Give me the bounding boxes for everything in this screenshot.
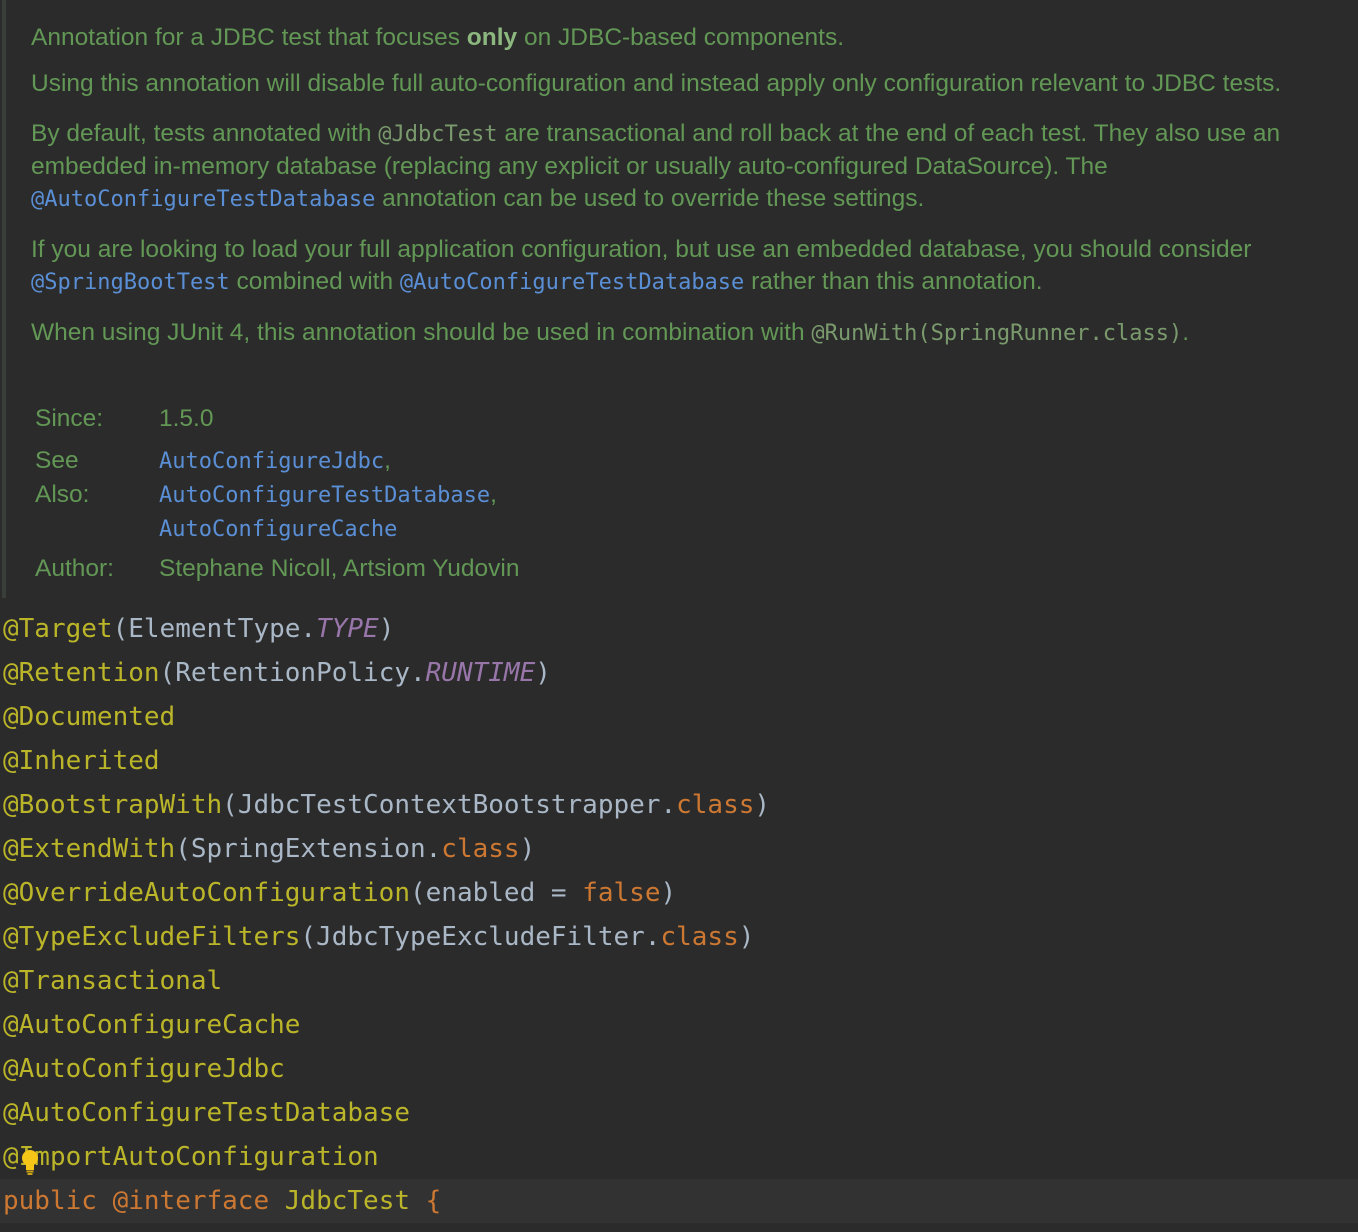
javadoc-body: Annotation for a JDBC test that focuses … [31,22,1341,368]
code-line[interactable]: @OverrideAutoConfiguration(enabled = fal… [0,871,1358,915]
javadoc-paragraph: Using this annotation will disable full … [31,70,1282,97]
code-line[interactable]: @AutoConfigureCache [0,1003,1358,1047]
since-label: Since: [35,405,104,432]
see-also-list: AutoConfigureJdbc, AutoConfigureTestData… [159,447,497,542]
interface-name: JdbcTest [284,1186,411,1216]
inline-code: @RunWith(SpringRunner.class) [811,321,1183,346]
since-value: 1.5.0 [159,405,214,432]
code-line[interactable]: @Target(ElementType.TYPE) [0,607,1358,651]
lightbulb-icon[interactable] [20,1148,40,1176]
code-line[interactable]: @Transactional [0,959,1358,1003]
see-also-link[interactable]: AutoConfigureJdbc [159,449,384,474]
see-also-link[interactable]: AutoConfigureTestDatabase [159,483,490,508]
inline-code: @JdbcTest [378,122,498,147]
code-line[interactable]: @ExtendWith(SpringExtension.class) [0,827,1358,871]
javadoc-paragraph: If you are looking to load your full app… [31,236,1252,295]
code-line[interactable]: @Inherited [0,739,1358,783]
javadoc-link-springboottest[interactable]: @SpringBootTest [31,270,230,295]
code-line[interactable]: @TypeExcludeFilters(JdbcTypeExcludeFilte… [0,915,1358,959]
bold-text: only [466,24,518,51]
author-value: Stephane Nicoll, Artsiom Yudovin [159,555,520,582]
code-line[interactable]: @Retention(RetentionPolicy.RUNTIME) [0,651,1358,695]
see-also-link[interactable]: AutoConfigureCache [159,517,397,542]
javadoc-gutter-bar [2,0,6,598]
javadoc-paragraph: Annotation for a JDBC test that focuses … [31,24,845,51]
javadoc-paragraph: By default, tests annotated with @JdbcTe… [31,120,1281,212]
code-line[interactable]: @AutoConfigureTestDatabase [0,1091,1358,1135]
code-line[interactable]: @AutoConfigureJdbc [0,1047,1358,1091]
code-editor[interactable]: Annotation for a JDBC test that focuses … [0,0,1358,1232]
source-code[interactable]: @Target(ElementType.TYPE) @Retention(Ret… [0,607,1358,1223]
author-label: Author: [35,555,114,582]
code-line[interactable]: @ImportAutoConfiguration [0,1135,1358,1179]
javadoc-link-autoconfiguretestdatabase[interactable]: @AutoConfigureTestDatabase [31,187,375,212]
code-line-current[interactable]: public @interface JdbcTest { [0,1179,1358,1223]
see-also-label: See Also: [35,447,90,508]
code-line[interactable]: @Documented [0,695,1358,739]
code-line[interactable]: @BootstrapWith(JdbcTestContextBootstrapp… [0,783,1358,827]
javadoc-link-autoconfiguretestdatabase[interactable]: @AutoConfigureTestDatabase [400,270,744,295]
rendered-javadoc: Annotation for a JDBC test that focuses … [0,0,1358,598]
javadoc-paragraph: When using JUnit 4, this annotation shou… [31,319,1190,346]
